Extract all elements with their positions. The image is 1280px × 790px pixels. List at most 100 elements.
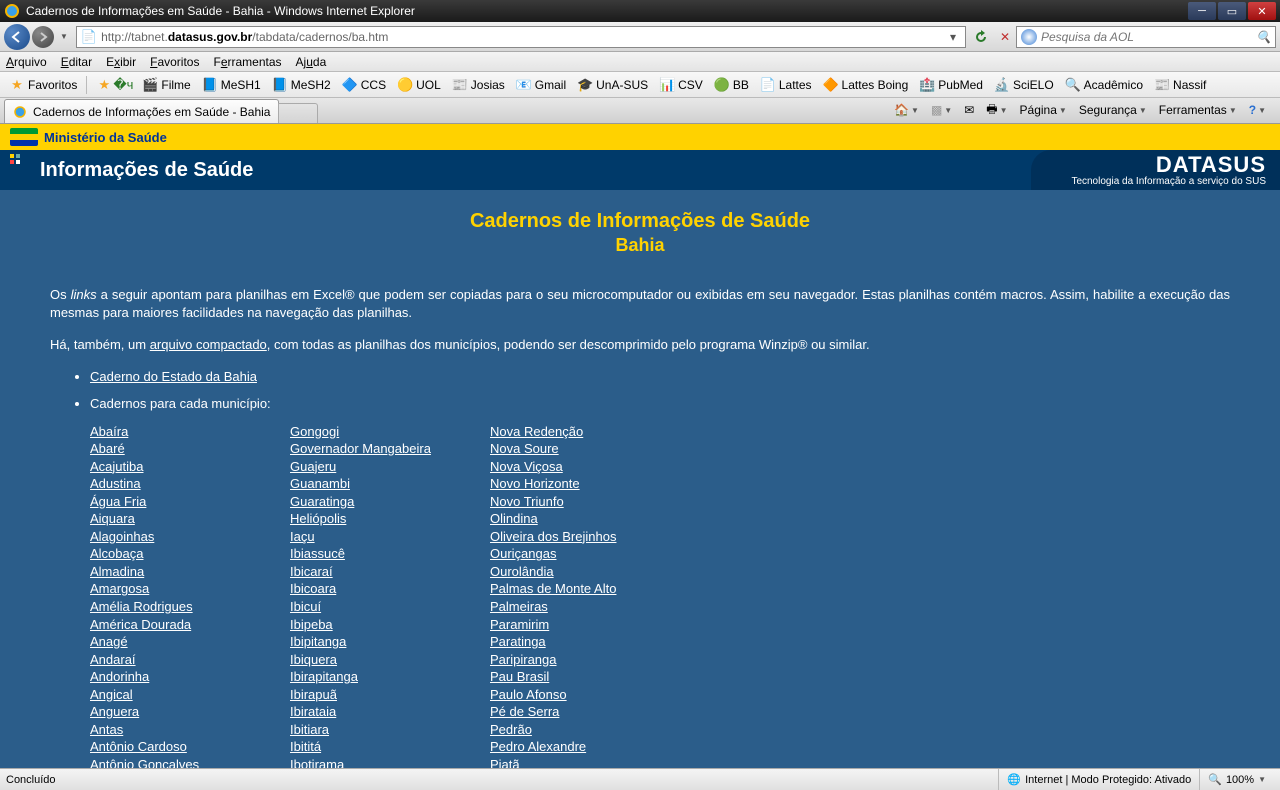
minimize-button[interactable]: ─ (1188, 2, 1216, 20)
link-municipio[interactable]: Guanambi (290, 475, 490, 493)
favorite-lattes[interactable]: 📄Lattes (755, 75, 817, 95)
link-municipio[interactable]: Pé de Serra (490, 703, 690, 721)
favorite-nassif[interactable]: 📰Nassif (1149, 75, 1211, 95)
menu-exibir[interactable]: Exibir (106, 55, 136, 69)
link-municipio[interactable]: Ibititá (290, 738, 490, 756)
page-menu[interactable]: Página▼ (1016, 101, 1071, 119)
link-municipio[interactable]: Paramirim (490, 616, 690, 634)
menu-ajuda[interactable]: Ajuda (296, 55, 327, 69)
search-bar[interactable]: 🔍 (1016, 26, 1276, 48)
link-municipio[interactable]: Ourolândia (490, 563, 690, 581)
link-municipio[interactable]: Amélia Rodrigues (90, 598, 290, 616)
favorite-bb[interactable]: 🟢BB (709, 75, 754, 95)
search-icon[interactable]: 🔍 (1256, 30, 1271, 44)
menu-arquivo[interactable]: Arquivo (6, 55, 47, 69)
link-municipio[interactable]: Antônio Cardoso (90, 738, 290, 756)
link-municipio[interactable]: Novo Horizonte (490, 475, 690, 493)
link-municipio[interactable]: Ibitiara (290, 721, 490, 739)
favorite-lattes-boing[interactable]: 🔶Lattes Boing (818, 75, 914, 95)
forward-button[interactable] (32, 26, 54, 48)
link-municipio[interactable]: Abaíra (90, 423, 290, 441)
link-municipio[interactable]: Olindina (490, 510, 690, 528)
favorite-filme[interactable]: 🎬Filme (137, 75, 195, 95)
nav-dropdown-icon[interactable]: ▼ (60, 32, 68, 41)
link-municipio[interactable]: Nova Viçosa (490, 458, 690, 476)
link-municipio[interactable]: Pau Brasil (490, 668, 690, 686)
favorite-una-sus[interactable]: 🎓UnA-SUS (572, 75, 653, 95)
zoom-dropdown-icon[interactable]: ▼ (1258, 775, 1266, 784)
link-municipio[interactable]: Angical (90, 686, 290, 704)
link-arquivo-compactado[interactable]: arquivo compactado (150, 337, 267, 352)
new-tab-button[interactable] (278, 103, 318, 123)
link-municipio[interactable]: Alagoinhas (90, 528, 290, 546)
favorite-uol[interactable]: 🟡UOL (392, 75, 446, 95)
link-municipio[interactable]: Ibiassucê (290, 545, 490, 563)
link-municipio[interactable]: Oliveira dos Brejinhos (490, 528, 690, 546)
status-zoom[interactable]: 🔍 100% ▼ (1199, 769, 1274, 790)
link-municipio[interactable]: Piatã (490, 756, 690, 768)
link-municipio[interactable]: Nova Soure (490, 440, 690, 458)
favorite-acadêmico[interactable]: 🔍Acadêmico (1060, 75, 1148, 95)
add-favorite-button[interactable]: ★�ч (91, 75, 136, 95)
link-municipio[interactable]: Almadina (90, 563, 290, 581)
favorite-mesh1[interactable]: 📘MeSH1 (197, 75, 266, 95)
link-municipio[interactable]: Antas (90, 721, 290, 739)
link-municipio[interactable]: Ibotirama (290, 756, 490, 768)
safety-menu[interactable]: Segurança▼ (1075, 101, 1151, 119)
favorite-mesh2[interactable]: 📘MeSH2 (267, 75, 336, 95)
page-scroll[interactable]: Ministério da Saúde Informações de Saúde… (0, 124, 1280, 768)
favorite-scielo[interactable]: 🔬SciELO (989, 75, 1059, 95)
link-municipio[interactable]: Ibipeba (290, 616, 490, 634)
print-button[interactable]: 🖶▼ (982, 98, 1011, 123)
home-button[interactable]: 🏠▼ (890, 101, 923, 119)
close-button[interactable]: ✕ (1248, 2, 1276, 20)
readmail-button[interactable]: ✉ (960, 101, 978, 119)
link-municipio[interactable]: Antônio Gonçalves (90, 756, 290, 768)
address-bar[interactable]: 📄 http://tabnet.datasus.gov.br/tabdata/c… (76, 26, 966, 48)
link-municipio[interactable]: Ibirapitanga (290, 668, 490, 686)
stop-button[interactable]: ✕ (994, 26, 1016, 48)
link-municipio[interactable]: Guaratinga (290, 493, 490, 511)
refresh-button[interactable] (970, 26, 992, 48)
link-municipio[interactable]: Gongogi (290, 423, 490, 441)
link-municipio[interactable]: Governador Mangabeira (290, 440, 490, 458)
link-municipio[interactable]: Aiquara (90, 510, 290, 528)
link-caderno-estado[interactable]: Caderno do Estado da Bahia (90, 369, 257, 384)
link-municipio[interactable]: Alcobaça (90, 545, 290, 563)
menu-favoritos[interactable]: Favoritos (150, 55, 199, 69)
link-municipio[interactable]: Pedrão (490, 721, 690, 739)
link-municipio[interactable]: Paripiranga (490, 651, 690, 669)
search-input[interactable] (1041, 30, 1252, 44)
menu-editar[interactable]: Editar (61, 55, 92, 69)
link-municipio[interactable]: Paulo Afonso (490, 686, 690, 704)
tools-menu[interactable]: Ferramentas▼ (1155, 101, 1241, 119)
link-municipio[interactable]: Ibicaraí (290, 563, 490, 581)
link-municipio[interactable]: Acajutiba (90, 458, 290, 476)
favorite-ccs[interactable]: 🔷CCS (337, 75, 391, 95)
link-municipio[interactable]: Anagé (90, 633, 290, 651)
help-button[interactable]: ?▼ (1245, 101, 1270, 119)
link-municipio[interactable]: Paratinga (490, 633, 690, 651)
link-municipio[interactable]: Adustina (90, 475, 290, 493)
link-municipio[interactable]: Andaraí (90, 651, 290, 669)
link-municipio[interactable]: Ibirapuã (290, 686, 490, 704)
back-button[interactable] (4, 24, 30, 50)
address-dropdown-icon[interactable]: ▾ (945, 30, 961, 44)
link-municipio[interactable]: Palmeiras (490, 598, 690, 616)
feeds-button[interactable]: ▩▼ (927, 101, 956, 119)
favorite-gmail[interactable]: 📧Gmail (511, 75, 571, 95)
favorite-csv[interactable]: 📊CSV (654, 75, 708, 95)
link-municipio[interactable]: Ibicoara (290, 580, 490, 598)
tab-active[interactable]: Cadernos de Informações em Saúde - Bahia (4, 99, 279, 123)
link-municipio[interactable]: Amargosa (90, 580, 290, 598)
link-municipio[interactable]: Iaçu (290, 528, 490, 546)
link-municipio[interactable]: Andorinha (90, 668, 290, 686)
link-municipio[interactable]: Ibirataia (290, 703, 490, 721)
link-municipio[interactable]: Ouriçangas (490, 545, 690, 563)
link-municipio[interactable]: Ibiquera (290, 651, 490, 669)
link-municipio[interactable]: América Dourada (90, 616, 290, 634)
favorites-button[interactable]: ★ Favoritos (4, 75, 82, 95)
link-municipio[interactable]: Palmas de Monte Alto (490, 580, 690, 598)
link-municipio[interactable]: Água Fria (90, 493, 290, 511)
favorite-josias[interactable]: 📰Josias (447, 75, 510, 95)
